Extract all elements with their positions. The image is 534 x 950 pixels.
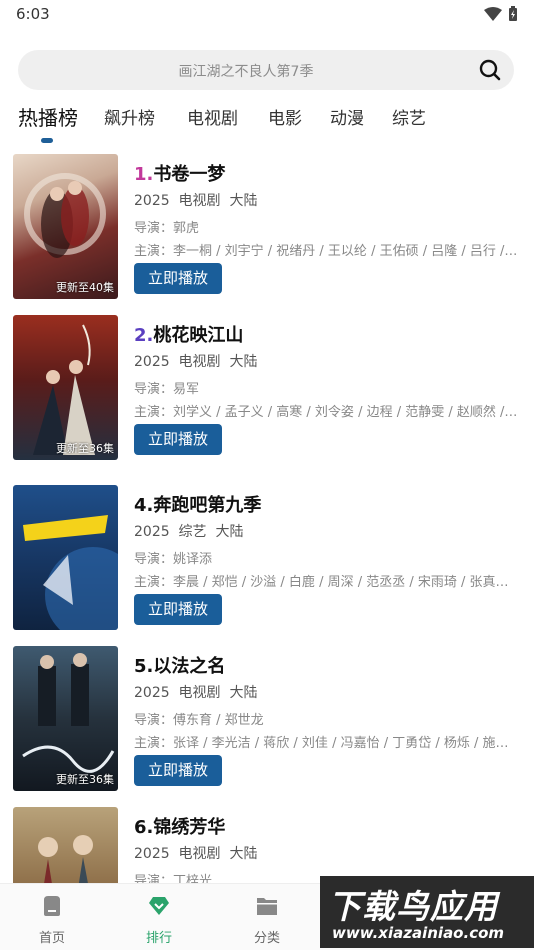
item-cast: 主演：张译 / 李光洁 / 蒋欣 / 刘佳 / 冯嘉怡 / 丁勇岱 / 杨烁 /…	[134, 736, 520, 751]
search-input[interactable]: 画江湖之不良人第7季	[18, 61, 474, 81]
watermark-text: 下载鸟应用	[328, 887, 498, 926]
list-item[interactable]: 更新至36集 2.桃花映江山 2025 电视剧 大陆 导演：易军 主演：刘学义 …	[0, 311, 534, 461]
tab-anime[interactable]: 动漫	[330, 104, 364, 129]
nav-home[interactable]: 首页	[12, 884, 92, 950]
episode-badge: 更新至40集	[56, 281, 114, 294]
poster-art	[24, 173, 106, 258]
item-title[interactable]: 1.书卷一梦	[134, 160, 225, 186]
tab-hot[interactable]: 热播榜	[18, 102, 78, 131]
status-icons	[484, 6, 518, 22]
item-title[interactable]: 2.桃花映江山	[134, 321, 243, 347]
search-bar[interactable]: 画江湖之不良人第7季	[18, 50, 514, 90]
play-now-button[interactable]: 立即播放	[134, 594, 222, 625]
list-item[interactable]: 更新至36集 5.以法之名 2025 电视剧 大陆 导演：傅东育 / 郑世龙 主…	[0, 642, 534, 792]
play-now-button[interactable]: 立即播放	[134, 755, 222, 786]
rank-number: 4.	[134, 495, 154, 516]
watermark-logo: 下载鸟应用 www.xiazainiao.com	[320, 876, 534, 948]
tab-active-indicator	[41, 138, 53, 143]
item-cast: 主演：李一桐 / 刘宇宁 / 祝绪丹 / 王以纶 / 王佑硕 / 吕隆 / 吕行…	[134, 244, 520, 259]
list-item[interactable]: 6.锦绣芳华 2025 电视剧 大陆 导演：丁梓光	[0, 803, 534, 883]
poster-image[interactable]	[13, 485, 118, 630]
episode-badge: 更新至36集	[56, 442, 114, 455]
play-now-button[interactable]: 立即播放	[134, 263, 222, 294]
home-icon	[44, 896, 60, 916]
poster-art	[23, 515, 118, 630]
nav-home-label: 首页	[38, 931, 65, 946]
item-director: 导演：傅东育 / 郑世龙	[134, 713, 264, 728]
nav-category[interactable]: 分类	[227, 884, 307, 950]
item-meta: 2025 综艺 大陆	[134, 524, 244, 540]
list-item[interactable]: 更新至40集 1.书卷一梦 2025 电视剧 大陆 导演：郭虎 主演：李一桐 /…	[0, 150, 534, 300]
item-meta: 2025 电视剧 大陆	[134, 846, 258, 862]
ranking-list[interactable]: 更新至40集 1.书卷一梦 2025 电视剧 大陆 导演：郭虎 主演：李一桐 /…	[0, 150, 534, 883]
tab-tv[interactable]: 电视剧	[187, 104, 238, 129]
item-director: 导演：丁梓光	[134, 874, 213, 883]
item-title[interactable]: 5.以法之名	[134, 652, 225, 678]
item-title[interactable]: 6.锦绣芳华	[134, 813, 225, 839]
item-meta: 2025 电视剧 大陆	[134, 354, 258, 370]
rank-number: 2.	[134, 325, 154, 346]
search-icon[interactable]	[478, 58, 502, 82]
rank-number: 6.	[134, 817, 154, 838]
title-text: 奔跑吧第九季	[153, 495, 262, 516]
folder-icon	[257, 898, 277, 915]
poster-image[interactable]: 更新至40集	[13, 154, 118, 299]
item-meta: 2025 电视剧 大陆	[134, 193, 258, 209]
list-item[interactable]: 4.奔跑吧第九季 2025 综艺 大陆 导演：姚译添 主演：李晨 / 郑恺 / …	[0, 481, 534, 631]
episode-badge: 更新至36集	[56, 773, 114, 786]
title-text: 以法之名	[153, 656, 226, 677]
poster-art	[38, 835, 93, 883]
poster-art	[33, 324, 95, 455]
poster-image[interactable]: 更新至36集	[13, 315, 118, 460]
rank-number: 1.	[134, 164, 154, 185]
item-director: 导演：郭虎	[134, 221, 200, 236]
poster-art	[22, 653, 115, 773]
poster-image[interactable]: 更新至36集	[13, 646, 118, 791]
wifi-icon	[484, 7, 502, 21]
item-cast: 主演：李晨 / 郑恺 / 沙溢 / 白鹿 / 周深 / 范丞丞 / 宋雨琦 / …	[134, 575, 520, 590]
item-director: 导演：易军	[134, 382, 200, 397]
watermark-url: www.xiazainiao.com	[332, 924, 505, 942]
title-text: 锦绣芳华	[153, 817, 226, 838]
item-title[interactable]: 4.奔跑吧第九季	[134, 491, 261, 517]
battery-icon	[509, 6, 517, 21]
item-director: 导演：姚译添	[134, 552, 213, 567]
nav-category-label: 分类	[253, 931, 280, 946]
title-text: 书卷一梦	[153, 164, 226, 185]
item-meta: 2025 电视剧 大陆	[134, 685, 258, 701]
item-cast: 主演：刘学义 / 孟子义 / 高寒 / 刘令姿 / 边程 / 范静雯 / 赵顺然…	[134, 405, 520, 420]
status-bar: 6:03	[0, 0, 534, 30]
ranking-icon	[149, 897, 169, 915]
tab-variety[interactable]: 综艺	[392, 104, 426, 129]
title-text: 桃花映江山	[153, 325, 244, 346]
tab-bar: 热播榜 飙升榜 电视剧 电影 动漫 综艺	[18, 104, 518, 144]
status-time: 6:03	[16, 5, 50, 23]
tab-rising[interactable]: 飙升榜	[104, 104, 155, 129]
nav-ranking[interactable]: 排行	[119, 884, 199, 950]
nav-ranking-label: 排行	[145, 931, 172, 946]
rank-number: 5.	[134, 656, 154, 677]
tab-movie[interactable]: 电影	[268, 104, 302, 129]
poster-image[interactable]	[13, 807, 118, 883]
play-now-button[interactable]: 立即播放	[134, 424, 222, 455]
